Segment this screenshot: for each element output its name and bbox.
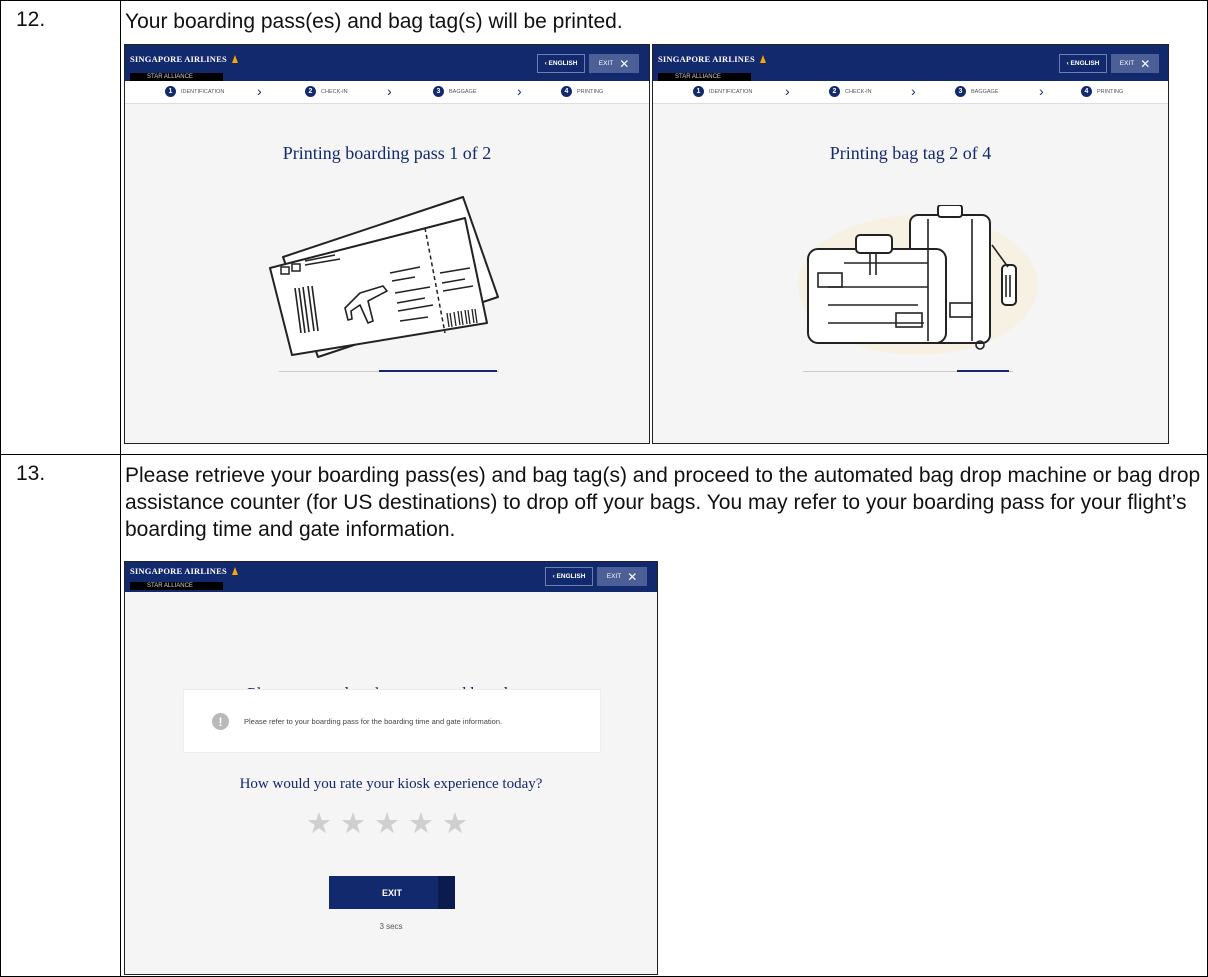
exit-button[interactable]: EXIT ✕: [589, 54, 639, 73]
step-baggage: 3 BAGGAGE: [955, 86, 999, 97]
kiosk-header: SINGAPORE AIRLINES STAR ALLIANCE ‹ ENGLI…: [125, 562, 657, 592]
kiosk-screen-bag-drop: SINGAPORE AIRLINES STAR ALLIANCE ‹ ENGLI…: [124, 561, 658, 975]
step-check-in: 2 CHECK-IN: [305, 86, 348, 97]
exit-label: EXIT: [1119, 60, 1135, 67]
button-edge: [438, 876, 455, 909]
rating-question: How would you rate your kiosk experience…: [239, 776, 543, 792]
language-button[interactable]: ‹ ENGLISH: [537, 54, 585, 73]
progress-fill: [379, 370, 497, 372]
step-label: IDENTIFICATION: [181, 88, 225, 95]
progress-steps: 1 IDENTIFICATION › 2 CHECK-IN › 3 BAGGAGE ›…: [125, 81, 649, 104]
progress-steps: 1 IDENTIFICATION › 2 CHECK-IN › 3 BAGGAGE ›…: [653, 81, 1168, 104]
table-row-divider: [0, 454, 1208, 455]
step-check-in: 2 CHECK-IN: [829, 86, 872, 97]
step-label: PRINTING: [577, 88, 604, 95]
printing-title: Printing boarding pass 1 of 2: [282, 143, 492, 163]
star-alliance-badge: STAR ALLIANCE: [130, 73, 223, 81]
exit-button[interactable]: EXIT ✕: [1111, 54, 1159, 73]
table-column-divider: [120, 0, 121, 977]
step-number-12: 12.: [16, 8, 46, 31]
final-exit-button[interactable]: EXIT: [329, 876, 455, 909]
star-icon[interactable]: ★: [442, 808, 476, 840]
progress-fill: [957, 370, 1009, 372]
boarding-pass-icon: [269, 196, 499, 358]
step-number-13: 13.: [16, 462, 46, 485]
airline-logo: SINGAPORE AIRLINES: [130, 566, 240, 576]
exit-button[interactable]: EXIT ✕: [597, 567, 647, 586]
table-border-left: [0, 0, 1, 977]
info-exclamation-icon: !: [212, 713, 229, 730]
countdown-text: 3 secs: [379, 922, 403, 931]
exit-label: EXIT: [598, 60, 614, 67]
step-label: IDENTIFICATION: [709, 88, 753, 95]
exit-label: EXIT: [606, 573, 622, 580]
bird-logo-icon: [231, 567, 238, 575]
step-number: 2: [829, 86, 840, 97]
step-number: 3: [433, 86, 444, 97]
star-icon[interactable]: ★: [408, 808, 442, 840]
step-number: 3: [955, 86, 966, 97]
airline-name: SINGAPORE AIRLINES: [658, 54, 755, 64]
kiosk-screen-boarding-pass: SINGAPORE AIRLINES STAR ALLIANCE ‹ ENGLI…: [124, 44, 650, 444]
chevron-right-icon: ›: [1039, 83, 1044, 99]
step-number: 1: [693, 86, 704, 97]
step-number: 4: [1081, 86, 1092, 97]
step-label: PRINTING: [1097, 88, 1124, 95]
language-button[interactable]: ‹ ENGLISH: [1059, 54, 1107, 73]
bird-logo-icon: [759, 55, 766, 63]
step-label: CHECK-IN: [845, 88, 872, 95]
close-icon: ✕: [1140, 56, 1151, 71]
step-label: BAGGAGE: [971, 88, 999, 95]
star-icon[interactable]: ★: [374, 808, 408, 840]
star-alliance-badge: STAR ALLIANCE: [658, 73, 751, 81]
step-identification: 1 IDENTIFICATION: [165, 86, 224, 97]
close-icon: ✕: [627, 569, 638, 584]
kiosk-header: SINGAPORE AIRLINES STAR ALLIANCE ‹ ENGLI…: [125, 45, 649, 81]
star-icon[interactable]: ★: [306, 808, 340, 840]
chevron-right-icon: ›: [911, 83, 916, 99]
step-description-13: Please retrieve your boarding pass(es) a…: [125, 464, 1201, 541]
step-identification: 1 IDENTIFICATION: [693, 86, 752, 97]
star-alliance-badge: STAR ALLIANCE: [130, 582, 223, 590]
step-number: 1: [165, 86, 176, 97]
luggage-icon: [798, 205, 1038, 355]
airline-logo: SINGAPORE AIRLINES: [130, 54, 240, 64]
step-label: BAGGAGE: [449, 88, 477, 95]
language-button[interactable]: ‹ ENGLISH: [545, 567, 593, 586]
step-label: CHECK-IN: [321, 88, 348, 95]
step-baggage: 3 BAGGAGE: [433, 86, 477, 97]
close-icon: ✕: [619, 56, 630, 71]
table-border-top: [0, 0, 1208, 1]
airline-name: SINGAPORE AIRLINES: [130, 566, 227, 576]
bird-logo-icon: [231, 55, 238, 63]
info-notice: ! Please refer to your boarding pass for…: [183, 689, 601, 753]
star-icon[interactable]: ★: [340, 808, 374, 840]
step-number: 2: [305, 86, 316, 97]
star-rating[interactable]: ★★★★★: [125, 806, 657, 841]
notice-text: Please refer to your boarding pass for t…: [244, 717, 503, 726]
final-exit-label: EXIT: [381, 887, 402, 898]
printing-title: Printing bag tag 2 of 4: [829, 143, 992, 163]
chevron-right-icon: ›: [517, 83, 522, 99]
step-printing: 4 PRINTING: [1081, 86, 1123, 97]
chevron-right-icon: ›: [785, 83, 790, 99]
step-number: 4: [561, 86, 572, 97]
kiosk-header: SINGAPORE AIRLINES STAR ALLIANCE ‹ ENGLI…: [653, 45, 1168, 81]
airline-name: SINGAPORE AIRLINES: [130, 54, 227, 64]
kiosk-screen-bag-tag: SINGAPORE AIRLINES STAR ALLIANCE ‹ ENGLI…: [652, 44, 1169, 444]
chevron-right-icon: ›: [257, 83, 262, 99]
airline-logo: SINGAPORE AIRLINES: [658, 54, 768, 64]
chevron-right-icon: ›: [387, 83, 392, 99]
step-printing: 4 PRINTING: [561, 86, 603, 97]
step-description-12: Your boarding pass(es) and bag tag(s) wi…: [125, 10, 623, 33]
